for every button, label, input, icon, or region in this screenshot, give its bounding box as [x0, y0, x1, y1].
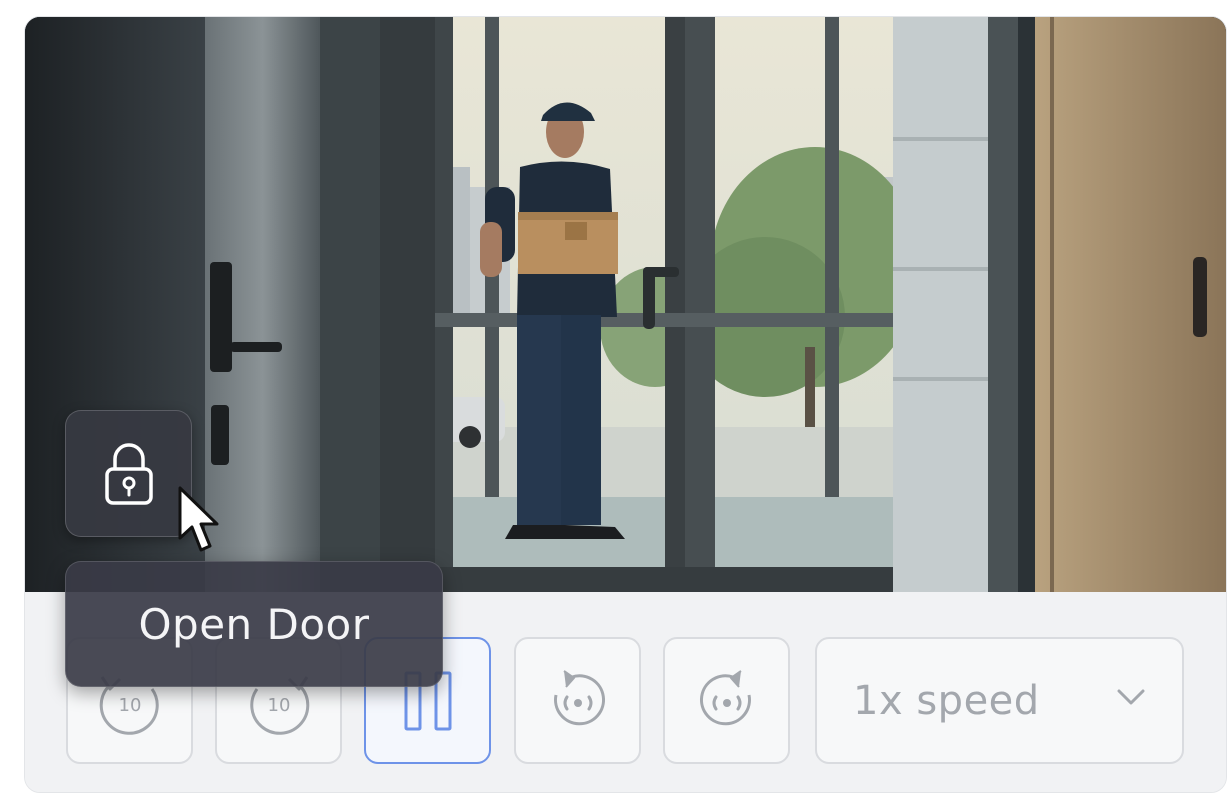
chevron-down-icon: [1117, 689, 1145, 705]
unlock-door-button[interactable]: [65, 410, 192, 537]
forward-10-label: 10: [267, 695, 290, 716]
speed-select[interactable]: 1x speed: [815, 637, 1184, 764]
open-door-tooltip: Open Door: [65, 561, 443, 687]
rotate-left-icon: [553, 669, 605, 725]
rotate-right-button[interactable]: [663, 637, 790, 764]
mouse-cursor-icon: [178, 486, 219, 552]
tooltip-text: Open Door: [138, 599, 370, 649]
rewind-10-label: 10: [118, 695, 141, 716]
lock-icon: [104, 442, 153, 505]
rotate-right-icon: [699, 669, 751, 725]
rotate-left-button[interactable]: [514, 637, 641, 764]
speed-value: 1x speed: [853, 677, 1040, 724]
